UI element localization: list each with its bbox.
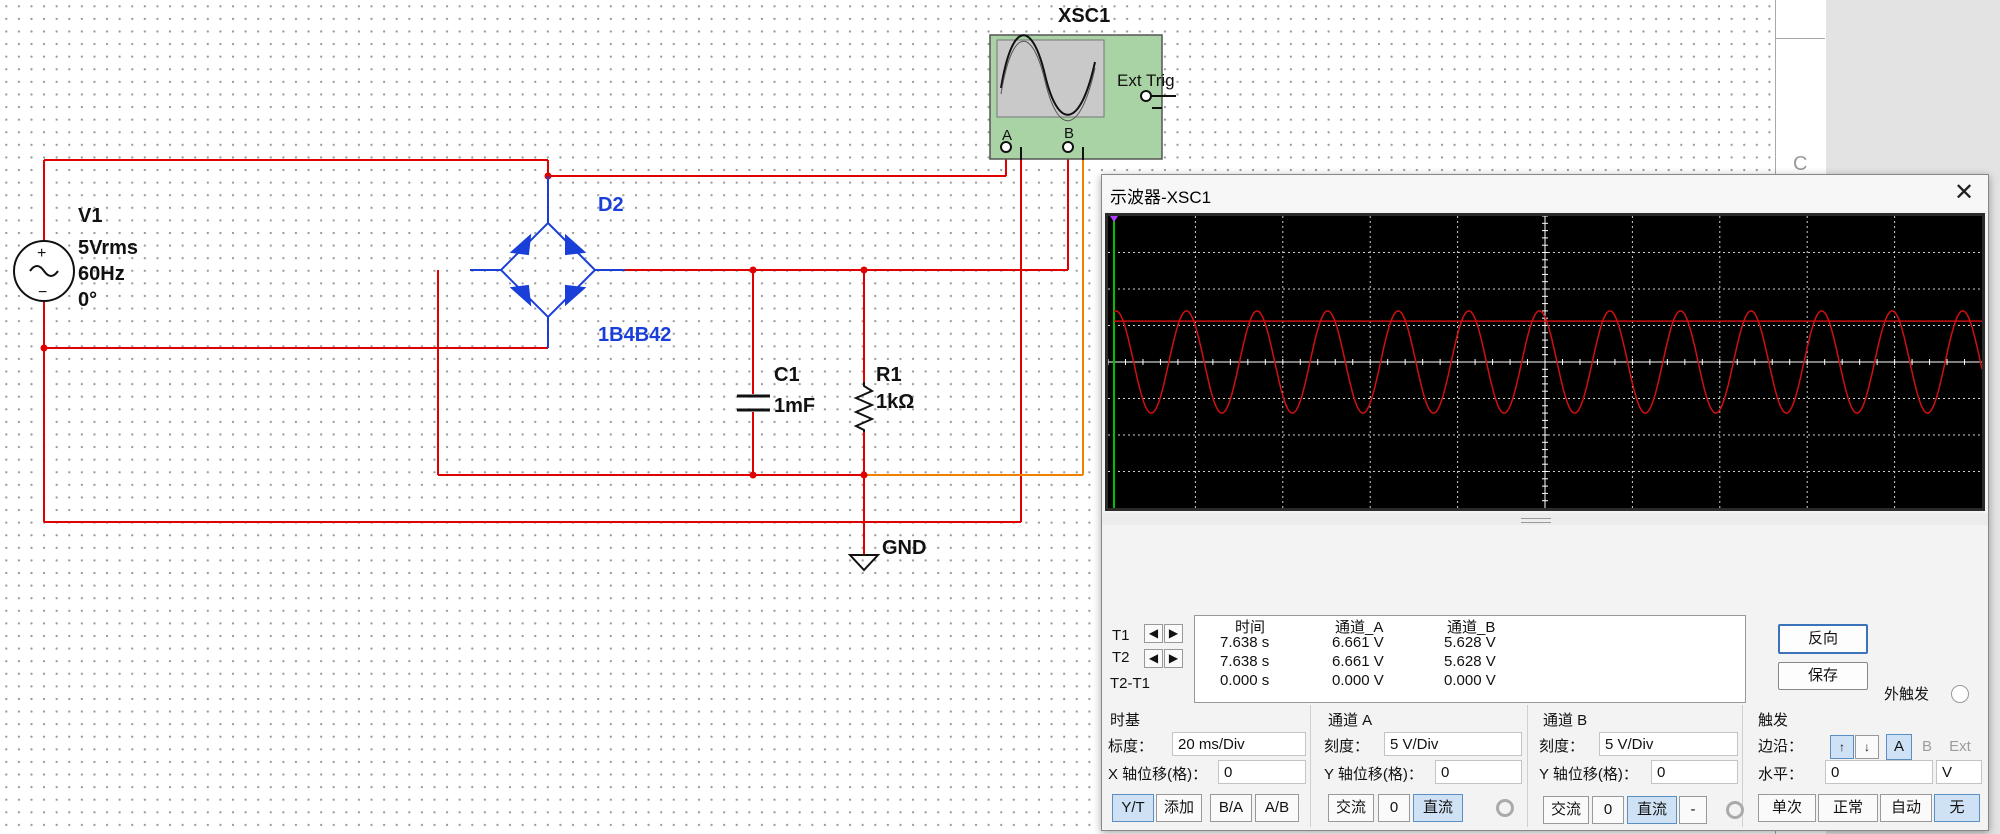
channel-a-dc-button[interactable]: 直流 [1413, 794, 1463, 822]
source-phase-label: 0° [78, 289, 97, 311]
table-cell: 5.628 V [1444, 634, 1496, 651]
svg-text:+: + [37, 245, 46, 262]
channel-a-ypos-label: Y 轴位移(格)： [1324, 766, 1423, 783]
panel-splitter[interactable] [1102, 513, 1988, 525]
mode-ba-button[interactable]: B/A [1210, 794, 1252, 822]
wire-orange [864, 150, 1084, 476]
bridge-ref-label: D2 [598, 194, 624, 216]
trigger-source-a-button[interactable]: A [1886, 734, 1912, 760]
ground-symbol[interactable] [847, 554, 881, 572]
table-cell: 7.638 s [1220, 653, 1270, 670]
channel-b-zero-button[interactable]: 0 [1592, 796, 1624, 824]
group-divider [1527, 705, 1528, 827]
trigger-edge-label: 边沿： [1758, 738, 1804, 755]
trigger-level-field[interactable]: 0 [1825, 760, 1933, 784]
cursor-t2-label: T2 [1112, 649, 1130, 666]
oscilloscope-window[interactable]: 示波器-XSC1 ✕ T1 T2 T2-T1 ◀ ▶ ◀ ▶ 时间 通道_A 通… [1101, 174, 1989, 831]
channel-b-ypos-label: Y 轴位移(格)： [1539, 766, 1638, 783]
mode-add-button[interactable]: 添加 [1156, 794, 1202, 822]
table-cell: 0.000 V [1444, 672, 1496, 689]
table-cell: 5.628 V [1444, 653, 1496, 670]
trigger-normal-button[interactable]: 正常 [1818, 794, 1878, 822]
channel-a-ypos-field[interactable]: 0 [1435, 760, 1522, 784]
resistor-symbol[interactable] [853, 382, 875, 432]
trigger-level-label: 水平： [1758, 766, 1804, 783]
capacitor-ref-label: C1 [774, 364, 800, 386]
t1-left-arrow-icon[interactable]: ◀ [1144, 624, 1163, 643]
oscilloscope-instrument[interactable] [989, 34, 1176, 160]
splitter-grip-icon [1521, 518, 1551, 523]
close-icon[interactable]: ✕ [1950, 179, 1978, 207]
wires-red [43, 140, 1069, 555]
ext-trigger-radio[interactable] [1951, 685, 1969, 703]
trigger-title: 触发 [1758, 712, 1789, 729]
trigger-auto-button[interactable]: 自动 [1880, 794, 1932, 822]
t1-right-arrow-icon[interactable]: ▶ [1164, 624, 1183, 643]
capacitor-symbol[interactable] [737, 394, 770, 412]
x-position-field[interactable]: 0 [1218, 760, 1306, 784]
trigger-none-button[interactable]: 无 [1934, 794, 1980, 822]
channel-a-title: 通道 A [1328, 712, 1373, 729]
scope-display[interactable] [1105, 213, 1985, 511]
table-cell: 0.000 s [1220, 672, 1270, 689]
channel-a-pin-label: A [1002, 127, 1012, 144]
channel-b-scale-label: 刻度： [1539, 738, 1585, 755]
trigger-single-button[interactable]: 单次 [1758, 794, 1816, 822]
channel-a-zero-button[interactable]: 0 [1378, 794, 1410, 822]
x-position-label: X 轴位移(格)： [1108, 766, 1208, 783]
channel-b-pin-label: B [1064, 125, 1074, 142]
ext-trigger-label: 外触发 [1884, 686, 1930, 703]
scope-chart [1108, 216, 1982, 508]
trigger-level-unit[interactable]: V [1936, 760, 1982, 784]
bridge-model-label: 1B4B42 [598, 324, 671, 346]
ac-source-symbol[interactable]: + − [13, 240, 75, 302]
channel-b-dc-button[interactable]: 直流 [1627, 796, 1677, 824]
svg-text:−: − [38, 284, 47, 301]
channel-b-title: 通道 B [1543, 712, 1588, 729]
mode-ab-button[interactable]: A/B [1255, 794, 1299, 822]
trigger-source-ext-button[interactable]: Ext [1942, 734, 1978, 760]
resistor-ref-label: R1 [876, 364, 902, 386]
group-divider [1310, 705, 1311, 827]
resistor-value-label: 1kΩ [876, 391, 914, 413]
capacitor-value-label: 1mF [774, 395, 815, 417]
junction-dots [40, 172, 868, 479]
reverse-button[interactable]: 反向 [1778, 624, 1868, 654]
falling-edge-icon[interactable]: ↓ [1855, 735, 1879, 759]
window-titlebar[interactable]: 示波器-XSC1 ✕ [1102, 175, 1988, 211]
channel-b-invert-button[interactable]: - [1679, 796, 1707, 824]
channel-b-scale-field[interactable]: 5 V/Div [1599, 732, 1738, 756]
t2-right-arrow-icon[interactable]: ▶ [1164, 649, 1183, 668]
channel-b-ac-button[interactable]: 交流 [1543, 796, 1589, 824]
timebase-scale-label: 标度： [1108, 738, 1154, 755]
cursor-diff-label: T2-T1 [1110, 675, 1151, 692]
source-ref-label: V1 [78, 205, 102, 227]
source-voltage-label: 5Vrms [78, 237, 138, 259]
channel-b-color-icon[interactable] [1726, 801, 1744, 819]
ground-label: GND [882, 537, 926, 559]
table-cell: 0.000 V [1332, 672, 1384, 689]
source-frequency-label: 60Hz [78, 263, 125, 285]
channel-a-ac-button[interactable]: 交流 [1328, 794, 1374, 822]
timebase-scale-field[interactable]: 20 ms/Div [1172, 732, 1306, 756]
channel-a-color-icon[interactable] [1496, 799, 1514, 817]
window-title: 示波器-XSC1 [1110, 188, 1212, 207]
table-cell: 6.661 V [1332, 653, 1384, 670]
cursor-t1-label: T1 [1112, 627, 1130, 644]
table-cell: 6.661 V [1332, 634, 1384, 651]
channel-a-scale-field[interactable]: 5 V/Div [1384, 732, 1522, 756]
t2-left-arrow-icon[interactable]: ◀ [1144, 649, 1163, 668]
timebase-title: 时基 [1110, 712, 1141, 729]
save-button[interactable]: 保存 [1778, 662, 1868, 690]
trigger-source-b-button[interactable]: B [1914, 734, 1940, 760]
mode-yt-button[interactable]: Y/T [1112, 794, 1154, 822]
rising-edge-icon[interactable]: ↑ [1830, 735, 1854, 759]
ext-trig-label: Ext Trig [1117, 71, 1175, 90]
table-cell: 7.638 s [1220, 634, 1270, 651]
instrument-ref-label: XSC1 [1058, 5, 1110, 27]
measurement-table: 时间 通道_A 通道_B 7.638 s 6.661 V 5.628 V 7.6… [1194, 615, 1746, 703]
channel-b-ypos-field[interactable]: 0 [1651, 760, 1738, 784]
channel-a-scale-label: 刻度： [1324, 738, 1370, 755]
